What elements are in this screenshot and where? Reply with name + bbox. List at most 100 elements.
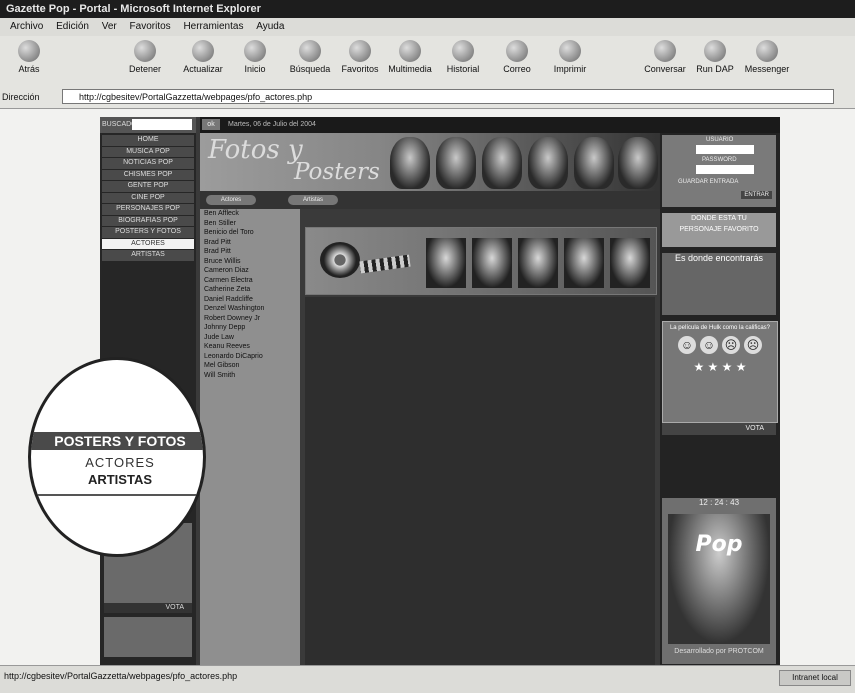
back-icon bbox=[18, 40, 40, 62]
site-frame: BUSCADOR HOME MUSICA POP NOTICIAS POP CH… bbox=[100, 117, 780, 665]
section-tabs: Actores Artistas bbox=[200, 191, 660, 209]
photo-thumbnail[interactable] bbox=[564, 238, 604, 288]
nav-item[interactable]: BIOGRAFIAS POP bbox=[102, 215, 194, 226]
nav-item[interactable]: CINE POP bbox=[102, 192, 194, 203]
photo-strip bbox=[305, 227, 657, 295]
menu-ver[interactable]: Ver bbox=[102, 18, 117, 36]
actor-link[interactable]: Cameron Diaz bbox=[200, 266, 300, 276]
actor-link[interactable]: Ben Stiller bbox=[200, 219, 300, 229]
nav-item[interactable]: PERSONAJES POP bbox=[102, 204, 194, 215]
search-go-button[interactable]: ok bbox=[202, 119, 220, 130]
tab-actores[interactable]: Actores bbox=[206, 195, 256, 205]
vote-button[interactable]: VOTA bbox=[662, 423, 776, 435]
photo-thumbnail[interactable] bbox=[518, 238, 558, 288]
menu-edicion[interactable]: Edición bbox=[56, 18, 89, 36]
poll-question: La película de Hulk como la calificas? bbox=[669, 325, 771, 331]
search-input[interactable] bbox=[132, 119, 192, 130]
menu-favoritos[interactable]: Favoritos bbox=[130, 18, 171, 36]
actor-link[interactable]: Will Smith bbox=[200, 371, 300, 381]
top-bar: ok Martes, 06 de Julio del 2004 bbox=[200, 117, 780, 133]
home-button[interactable]: Inicio bbox=[230, 40, 280, 74]
actor-list: Ben Affleck Ben Stiller Benicio del Toro… bbox=[200, 209, 300, 665]
run-dap-button[interactable]: Run DAP bbox=[690, 40, 740, 74]
search-button[interactable]: Búsqueda bbox=[285, 40, 335, 74]
back-button[interactable]: Atrás bbox=[4, 40, 54, 74]
main-content bbox=[305, 297, 655, 665]
window-title: Gazette Pop - Portal - Microsoft Interne… bbox=[0, 0, 855, 18]
nav-item[interactable]: ARTISTAS bbox=[102, 250, 194, 261]
left-widget bbox=[104, 617, 192, 657]
status-url: http://cgbesitev/PortalGazzetta/webpages… bbox=[4, 671, 238, 681]
menu-herramientas[interactable]: Herramientas bbox=[183, 18, 243, 36]
left-vote-button[interactable]: VOTA bbox=[104, 603, 192, 613]
login-box: USUARIO PASSWORD GUARDAR ENTRADA ENTRAR bbox=[662, 135, 776, 207]
zoom-item-artistas: ARTISTAS bbox=[87, 472, 153, 487]
print-button[interactable]: Imprimir bbox=[545, 40, 595, 74]
home-icon bbox=[244, 40, 266, 62]
smiley-icon[interactable]: ☹ bbox=[744, 336, 762, 354]
refresh-icon bbox=[192, 40, 214, 62]
star-rating-icons[interactable]: ★ ★ ★ ★ bbox=[663, 360, 777, 374]
media-button[interactable]: Multimedia bbox=[385, 40, 435, 74]
pop-cover-text: Pop bbox=[695, 532, 743, 557]
refresh-button[interactable]: Actualizar bbox=[178, 40, 228, 74]
nav-item-selected[interactable]: ACTORES bbox=[102, 238, 194, 249]
menu-ayuda[interactable]: Ayuda bbox=[256, 18, 284, 36]
actor-link[interactable]: Robert Downey Jr bbox=[200, 314, 300, 324]
actor-link[interactable]: Jude Law bbox=[200, 333, 300, 343]
stop-button[interactable]: Detener bbox=[120, 40, 170, 74]
user-input[interactable] bbox=[696, 145, 754, 154]
photo-thumbnail[interactable] bbox=[426, 238, 466, 288]
password-input[interactable] bbox=[696, 165, 754, 174]
zoom-item-actores: ACTORES bbox=[85, 455, 155, 470]
film-strip-icon bbox=[359, 254, 411, 274]
discuss-button[interactable]: Conversar bbox=[640, 40, 690, 74]
nav-item[interactable]: HOME bbox=[102, 135, 194, 146]
actor-link[interactable]: Denzel Washington bbox=[200, 304, 300, 314]
actor-link[interactable]: Ben Affleck bbox=[200, 209, 300, 219]
nav-item[interactable]: CHISMES POP bbox=[102, 169, 194, 180]
photo-thumbnail[interactable] bbox=[610, 238, 650, 288]
messenger-button[interactable]: Messenger bbox=[742, 40, 792, 74]
celebrity-photo bbox=[390, 137, 430, 189]
menu-bar: Archivo Edición Ver Favoritos Herramient… bbox=[0, 18, 855, 36]
nav-item[interactable]: POSTERS Y FOTOS bbox=[102, 227, 194, 238]
favorites-button[interactable]: Favoritos bbox=[335, 40, 385, 74]
find-text: Es donde encontrarás bbox=[674, 253, 764, 263]
nav-item[interactable]: MUSICA POP bbox=[102, 146, 194, 157]
nav-item[interactable]: GENTE POP bbox=[102, 181, 194, 192]
address-bar: Dirección http://cgbesitev/PortalGazzett… bbox=[0, 86, 855, 109]
photo-thumbnail[interactable] bbox=[472, 238, 512, 288]
address-input[interactable]: http://cgbesitev/PortalGazzetta/webpages… bbox=[62, 89, 834, 104]
smiley-icon[interactable]: ☹ bbox=[722, 336, 740, 354]
celebrity-photo bbox=[574, 137, 614, 189]
menu-archivo[interactable]: Archivo bbox=[10, 18, 43, 36]
actor-link[interactable]: Mel Gibson bbox=[200, 361, 300, 371]
tab-artistas[interactable]: Artistas bbox=[288, 195, 338, 205]
find-banner[interactable]: Es donde encontrarás bbox=[662, 253, 776, 315]
nav-item[interactable]: NOTICIAS POP bbox=[102, 158, 194, 169]
download-icon bbox=[704, 40, 726, 62]
remember-checkbox[interactable]: GUARDAR ENTRADA bbox=[678, 179, 738, 185]
mail-button[interactable]: Correo bbox=[492, 40, 542, 74]
login-button[interactable]: ENTRAR bbox=[741, 191, 772, 199]
smiley-icon[interactable]: ☺ bbox=[700, 336, 718, 354]
actor-link[interactable]: Bruce Willis bbox=[200, 257, 300, 267]
promo-banner[interactable]: DONDE ESTA TU PERSONAJE FAVORITO bbox=[662, 213, 776, 247]
address-label: Dirección bbox=[2, 92, 40, 102]
actor-link[interactable]: Catherine Zeta bbox=[200, 285, 300, 295]
media-icon bbox=[399, 40, 421, 62]
actor-link[interactable]: Johnny Depp bbox=[200, 323, 300, 333]
actor-link[interactable]: Daniel Radcliffe bbox=[200, 295, 300, 305]
browser-toolbar: Atrás Detener Actualizar Inicio Búsqueda… bbox=[0, 36, 855, 87]
smiley-icon[interactable]: ☺ bbox=[678, 336, 696, 354]
celebrity-photo bbox=[528, 137, 568, 189]
actor-link[interactable]: Keanu Reeves bbox=[200, 342, 300, 352]
actor-link[interactable]: Carmen Electra bbox=[200, 276, 300, 286]
actor-link[interactable]: Leonardo DiCaprio bbox=[200, 352, 300, 362]
history-button[interactable]: Historial bbox=[438, 40, 488, 74]
actor-link[interactable]: Brad Pitt bbox=[200, 247, 300, 257]
actor-link[interactable]: Benicio del Toro bbox=[200, 228, 300, 238]
actor-link[interactable]: Brad Pitt bbox=[200, 238, 300, 248]
zoom-divider bbox=[31, 494, 203, 496]
